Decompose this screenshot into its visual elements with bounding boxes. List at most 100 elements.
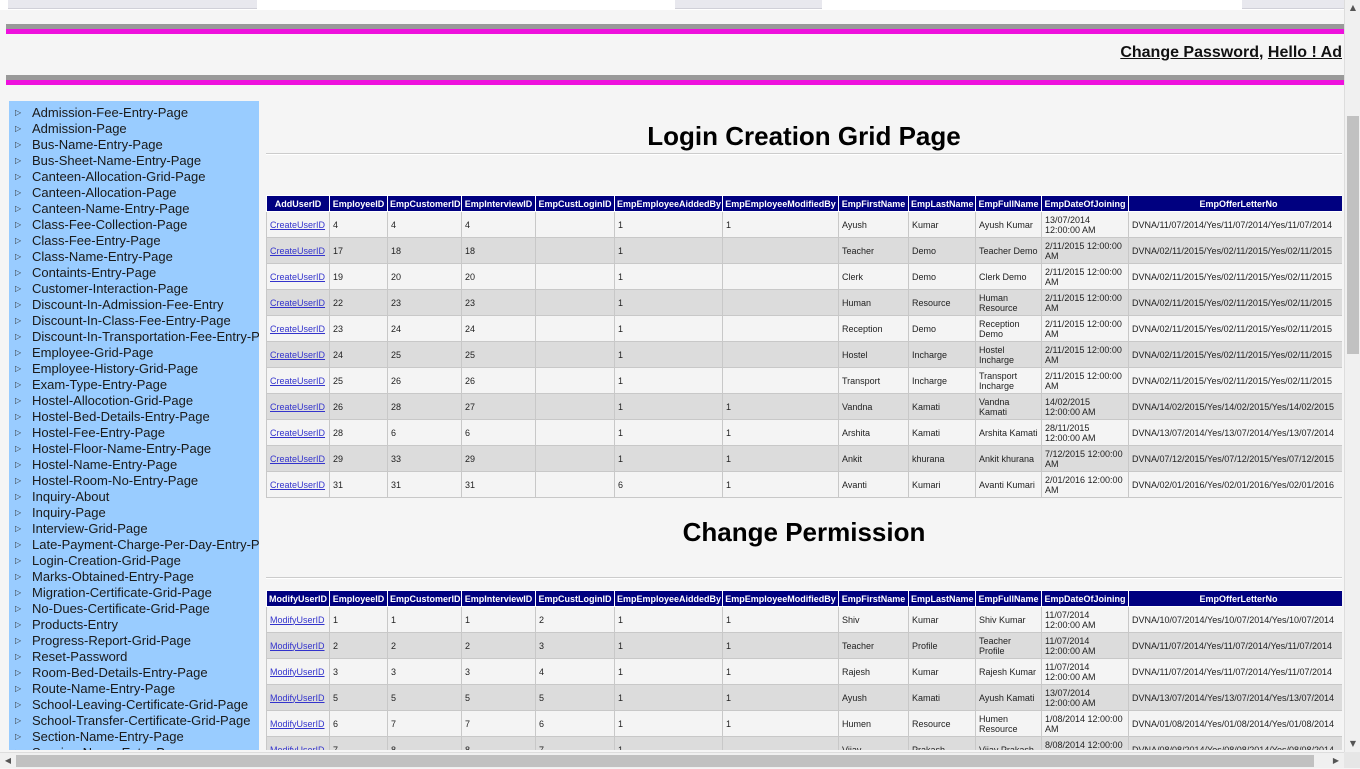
sidebar-item-label[interactable]: School-Leaving-Certificate-Grid-Page: [32, 697, 248, 712]
tree-expand-arrow-icon[interactable]: ▷: [9, 188, 32, 197]
create-user-id-link[interactable]: CreateUserID: [270, 350, 325, 360]
sidebar-item-label[interactable]: Session-Name-Entry-Page: [32, 745, 187, 751]
tree-expand-arrow-icon[interactable]: ▷: [9, 268, 32, 277]
modify-user-id-link[interactable]: ModifyUserID: [270, 615, 325, 625]
tree-expand-arrow-icon[interactable]: ▷: [9, 604, 32, 613]
create-user-id-link[interactable]: CreateUserID: [270, 324, 325, 334]
sidebar-item-label[interactable]: Class-Name-Entry-Page: [32, 249, 173, 264]
sidebar-item[interactable]: ▷ Reset-Password: [9, 648, 259, 664]
sidebar-item[interactable]: ▷ Interview-Grid-Page: [9, 520, 259, 536]
sidebar-item[interactable]: ▷ Inquiry-About: [9, 488, 259, 504]
modify-user-id-link[interactable]: ModifyUserID: [270, 641, 325, 651]
sidebar-item[interactable]: ▷ Discount-In-Class-Fee-Entry-Page: [9, 312, 259, 328]
sidebar-item-label[interactable]: Hostel-Room-No-Entry-Page: [32, 473, 198, 488]
sidebar-item[interactable]: ▷ Room-Bed-Details-Entry-Page: [9, 664, 259, 680]
sidebar-item-label[interactable]: Bus-Sheet-Name-Entry-Page: [32, 153, 201, 168]
tree-expand-arrow-icon[interactable]: ▷: [9, 124, 32, 133]
sidebar-item-label[interactable]: Products-Entry: [32, 617, 118, 632]
sidebar-item[interactable]: ▷ Login-Creation-Grid-Page: [9, 552, 259, 568]
scroll-down-arrow-icon[interactable]: ▼: [1345, 736, 1360, 752]
sidebar-item[interactable]: ▷ Hostel-Room-No-Entry-Page: [9, 472, 259, 488]
tree-expand-arrow-icon[interactable]: ▷: [9, 364, 32, 373]
tree-expand-arrow-icon[interactable]: ▷: [9, 524, 32, 533]
tree-expand-arrow-icon[interactable]: ▷: [9, 732, 32, 741]
sidebar-item[interactable]: ▷ School-Transfer-Certificate-Grid-Page: [9, 712, 259, 728]
tree-expand-arrow-icon[interactable]: ▷: [9, 556, 32, 565]
sidebar-item[interactable]: ▷ Class-Fee-Collection-Page: [9, 216, 259, 232]
tree-expand-arrow-icon[interactable]: ▷: [9, 380, 32, 389]
sidebar-item-label[interactable]: Canteen-Name-Entry-Page: [32, 201, 190, 216]
sidebar-item[interactable]: ▷ Late-Payment-Charge-Per-Day-Entry-Pa: [9, 536, 259, 552]
sidebar-item[interactable]: ▷ Hostel-Name-Entry-Page: [9, 456, 259, 472]
sidebar-item[interactable]: ▷ Hostel-Floor-Name-Entry-Page: [9, 440, 259, 456]
sidebar-item-label[interactable]: Admission-Fee-Entry-Page: [32, 105, 188, 120]
sidebar-item-label[interactable]: Admission-Page: [32, 121, 127, 136]
sidebar-item-label[interactable]: Hostel-Floor-Name-Entry-Page: [32, 441, 211, 456]
sidebar-item-label[interactable]: Room-Bed-Details-Entry-Page: [32, 665, 208, 680]
tree-expand-arrow-icon[interactable]: ▷: [9, 172, 32, 181]
sidebar-item[interactable]: ▷ Exam-Type-Entry-Page: [9, 376, 259, 392]
sidebar-item-label[interactable]: Canteen-Allocation-Grid-Page: [32, 169, 205, 184]
sidebar-item[interactable]: ▷ Canteen-Name-Entry-Page: [9, 200, 259, 216]
vertical-scroll-thumb[interactable]: [1347, 116, 1359, 354]
sidebar-item-label[interactable]: Customer-Interaction-Page: [32, 281, 188, 296]
sidebar-item-label[interactable]: Class-Fee-Collection-Page: [32, 217, 187, 232]
sidebar-item[interactable]: ▷ Route-Name-Entry-Page: [9, 680, 259, 696]
sidebar-item-label[interactable]: No-Dues-Certificate-Grid-Page: [32, 601, 210, 616]
sidebar-item[interactable]: ▷ School-Leaving-Certificate-Grid-Page: [9, 696, 259, 712]
sidebar-item-label[interactable]: Class-Fee-Entry-Page: [32, 233, 161, 248]
sidebar-item-label[interactable]: Late-Payment-Charge-Per-Day-Entry-Pa: [32, 537, 259, 552]
tree-expand-arrow-icon[interactable]: ▷: [9, 444, 32, 453]
tree-expand-arrow-icon[interactable]: ▷: [9, 508, 32, 517]
sidebar-item-label[interactable]: Login-Creation-Grid-Page: [32, 553, 181, 568]
sidebar-item[interactable]: ▷ Employee-Grid-Page: [9, 344, 259, 360]
sidebar-item[interactable]: ▷ Class-Fee-Entry-Page: [9, 232, 259, 248]
modify-user-id-link[interactable]: ModifyUserID: [270, 745, 325, 751]
sidebar-item-label[interactable]: Bus-Name-Entry-Page: [32, 137, 163, 152]
create-user-id-link[interactable]: CreateUserID: [270, 298, 325, 308]
sidebar-item-label[interactable]: Canteen-Allocation-Page: [32, 185, 177, 200]
sidebar-item[interactable]: ▷ Bus-Name-Entry-Page: [9, 136, 259, 152]
create-user-id-link[interactable]: CreateUserID: [270, 220, 325, 230]
hello-user-link[interactable]: Hello ! Ad: [1268, 44, 1342, 61]
sidebar-item[interactable]: ▷ Discount-In-Transportation-Fee-Entry-P: [9, 328, 259, 344]
tree-expand-arrow-icon[interactable]: ▷: [9, 460, 32, 469]
sidebar-item-label[interactable]: Marks-Obtained-Entry-Page: [32, 569, 194, 584]
sidebar-item-label[interactable]: Discount-In-Admission-Fee-Entry: [32, 297, 223, 312]
sidebar-item-label[interactable]: Migration-Certificate-Grid-Page: [32, 585, 212, 600]
tree-expand-arrow-icon[interactable]: ▷: [9, 620, 32, 629]
tree-expand-arrow-icon[interactable]: ▷: [9, 748, 32, 751]
tree-expand-arrow-icon[interactable]: ▷: [9, 300, 32, 309]
tree-expand-arrow-icon[interactable]: ▷: [9, 108, 32, 117]
sidebar-item-label[interactable]: Reset-Password: [32, 649, 127, 664]
tree-expand-arrow-icon[interactable]: ▷: [9, 252, 32, 261]
create-user-id-link[interactable]: CreateUserID: [270, 428, 325, 438]
sidebar-item-label[interactable]: Interview-Grid-Page: [32, 521, 148, 536]
sidebar-item[interactable]: ▷ Hostel-Allocotion-Grid-Page: [9, 392, 259, 408]
tree-expand-arrow-icon[interactable]: ▷: [9, 652, 32, 661]
sidebar-item-label[interactable]: Exam-Type-Entry-Page: [32, 377, 167, 392]
sidebar-item[interactable]: ▷ Customer-Interaction-Page: [9, 280, 259, 296]
tree-expand-arrow-icon[interactable]: ▷: [9, 476, 32, 485]
tree-expand-arrow-icon[interactable]: ▷: [9, 332, 32, 341]
change-password-link[interactable]: Change Password,: [1120, 44, 1263, 61]
sidebar-item-label[interactable]: Section-Name-Entry-Page: [32, 729, 184, 744]
create-user-id-link[interactable]: CreateUserID: [270, 376, 325, 386]
tree-expand-arrow-icon[interactable]: ▷: [9, 540, 32, 549]
sidebar-item-label[interactable]: Hostel-Bed-Details-Entry-Page: [32, 409, 210, 424]
sidebar-item[interactable]: ▷ Hostel-Fee-Entry-Page: [9, 424, 259, 440]
sidebar-item-label[interactable]: Employee-Grid-Page: [32, 345, 153, 360]
tree-expand-arrow-icon[interactable]: ▷: [9, 668, 32, 677]
sidebar-item-label[interactable]: Hostel-Allocotion-Grid-Page: [32, 393, 193, 408]
sidebar-item[interactable]: ▷ Canteen-Allocation-Grid-Page: [9, 168, 259, 184]
modify-user-id-link[interactable]: ModifyUserID: [270, 693, 325, 703]
modify-user-id-link[interactable]: ModifyUserID: [270, 719, 325, 729]
tree-expand-arrow-icon[interactable]: ▷: [9, 636, 32, 645]
sidebar-item[interactable]: ▷ Discount-In-Admission-Fee-Entry: [9, 296, 259, 312]
horizontal-scrollbar[interactable]: ◀ ▶: [0, 752, 1344, 768]
sidebar-item[interactable]: ▷ Canteen-Allocation-Page: [9, 184, 259, 200]
tree-expand-arrow-icon[interactable]: ▷: [9, 588, 32, 597]
create-user-id-link[interactable]: CreateUserID: [270, 402, 325, 412]
sidebar-item-label[interactable]: Hostel-Fee-Entry-Page: [32, 425, 165, 440]
tree-expand-arrow-icon[interactable]: ▷: [9, 316, 32, 325]
